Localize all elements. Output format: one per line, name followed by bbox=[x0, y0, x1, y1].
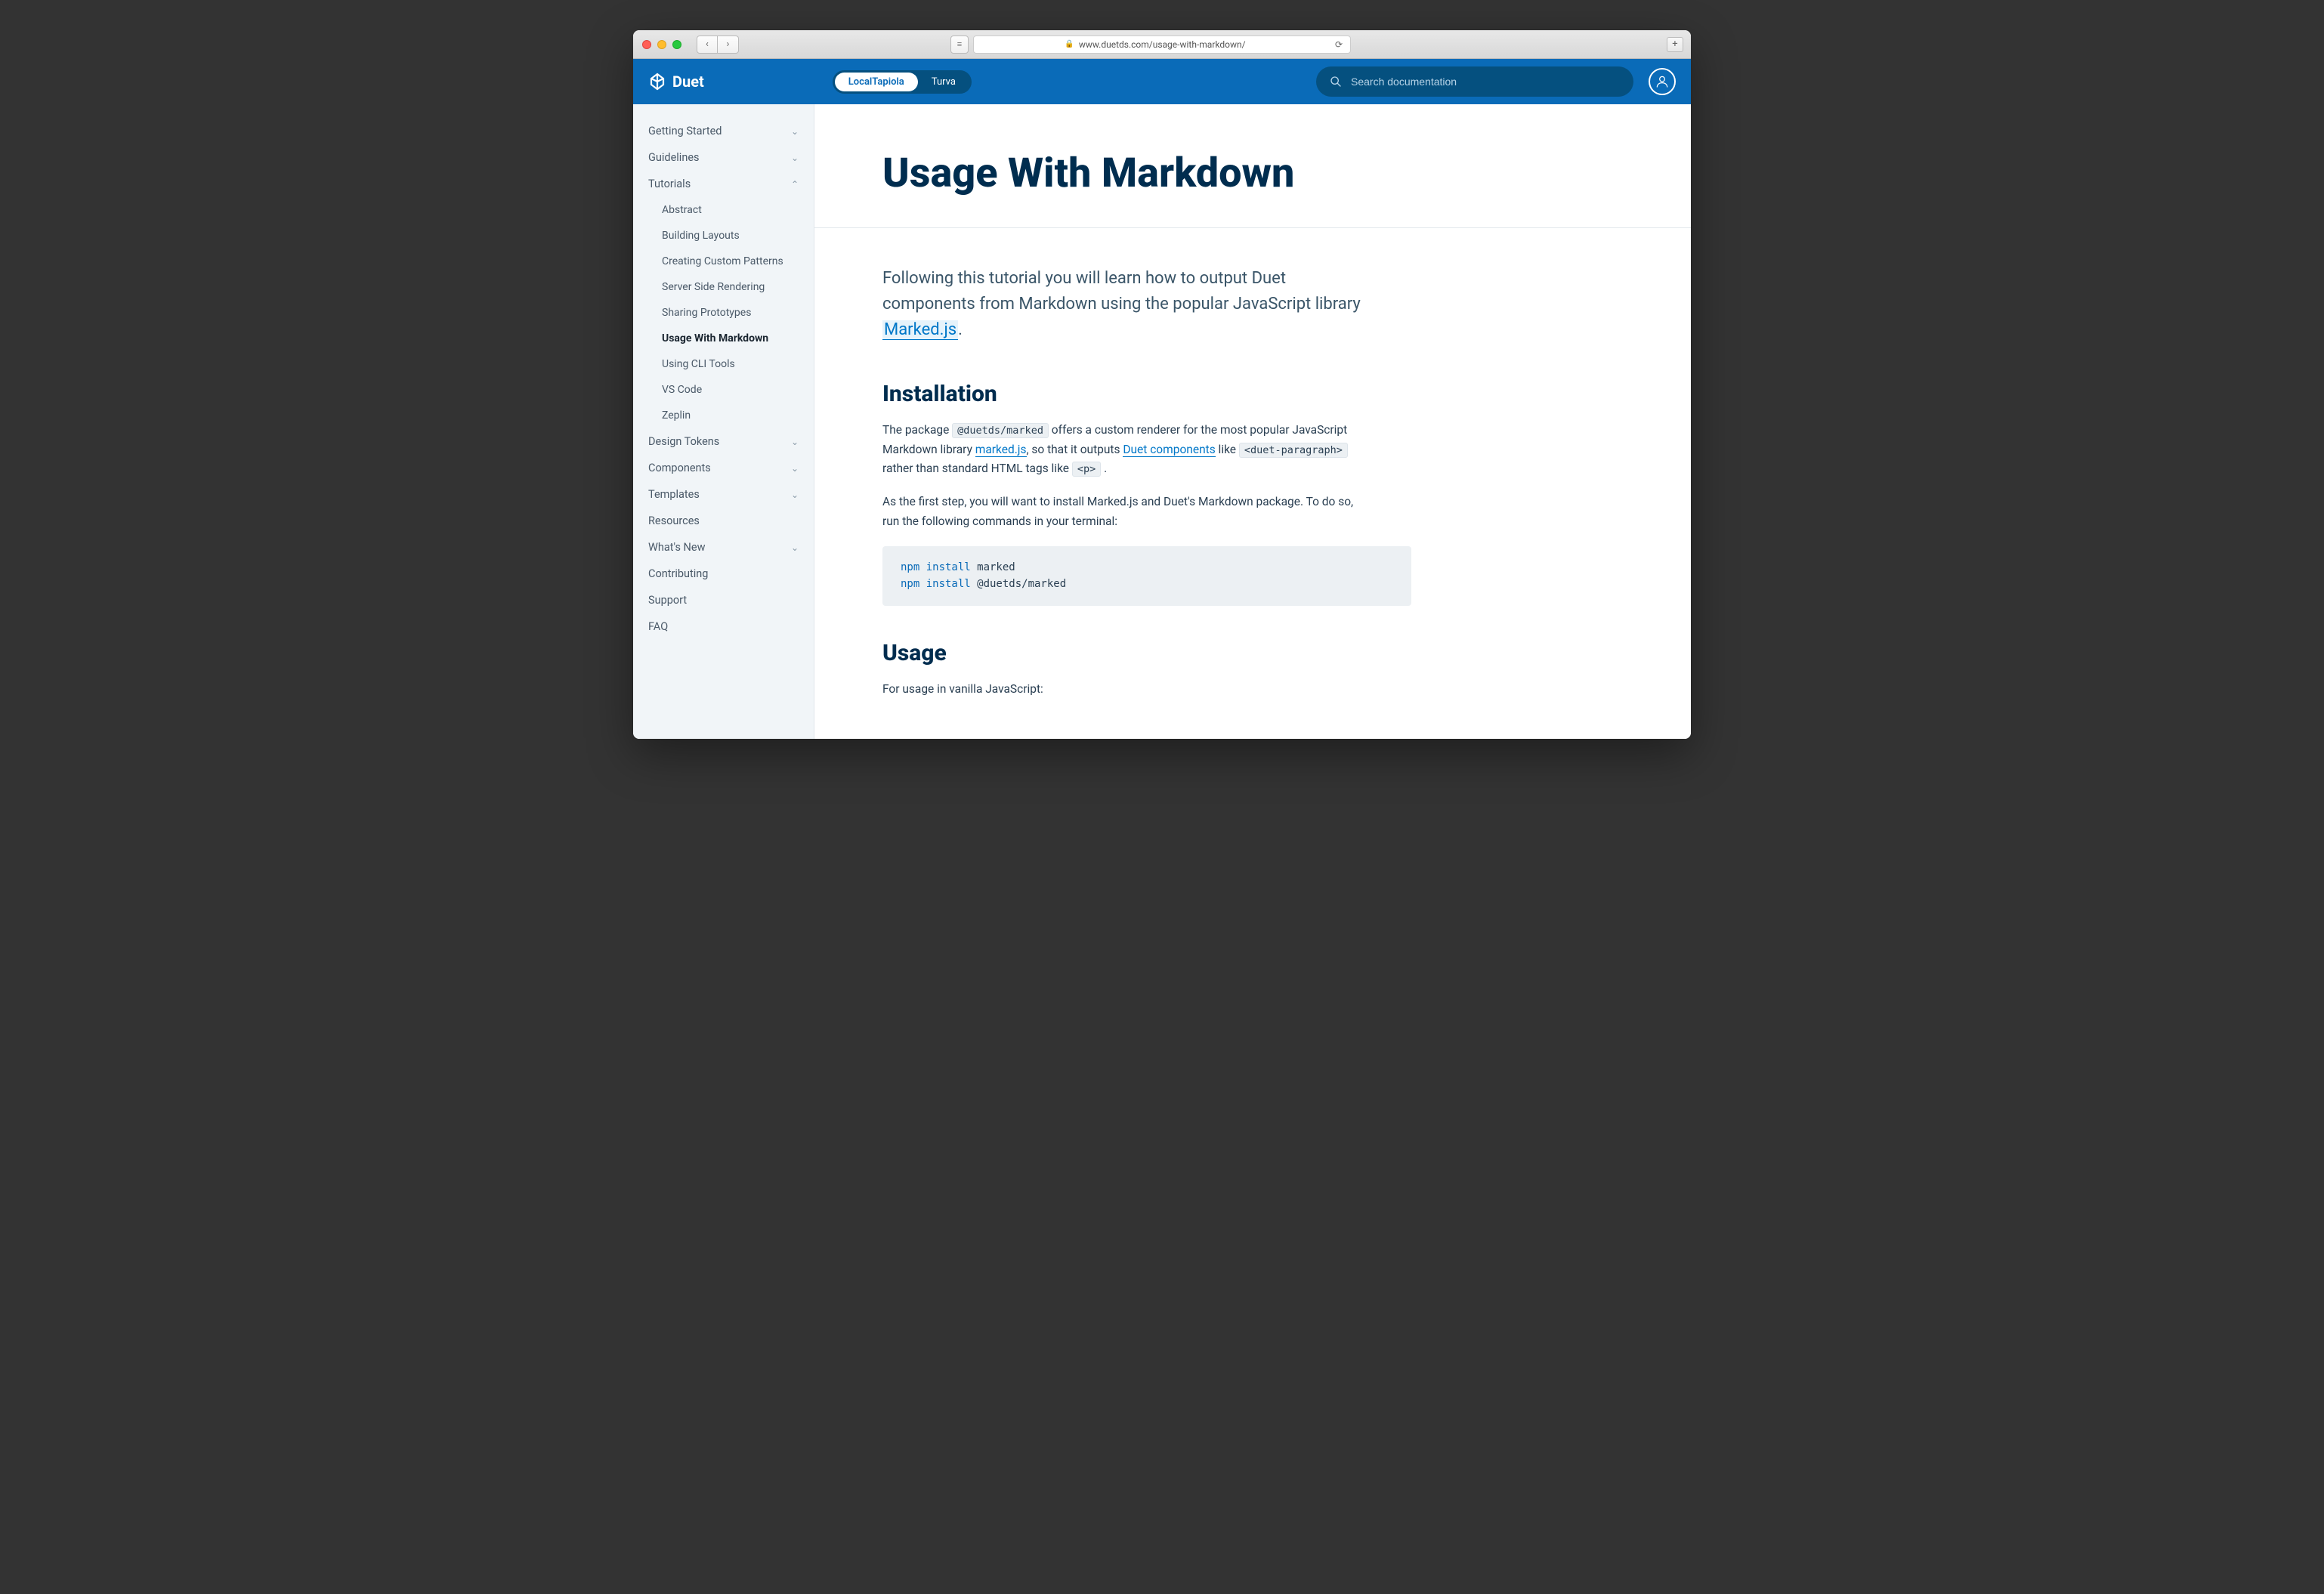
nav-item-support[interactable]: Support bbox=[633, 587, 814, 613]
nav-item-label: FAQ bbox=[648, 620, 668, 633]
content: Usage With Markdown Following this tutor… bbox=[814, 104, 1691, 739]
user-icon bbox=[1655, 74, 1670, 89]
nav-item-label: Templates bbox=[648, 488, 700, 501]
nav-item-what-s-new[interactable]: What's New ⌄ bbox=[633, 534, 814, 561]
sidebar: Getting Started ⌄ Guidelines ⌄ Tutorials ⌃ Abs… bbox=[633, 104, 814, 739]
page-title: Usage With Markdown bbox=[882, 150, 1623, 197]
nav-subitem-creating-custom-patterns[interactable]: Creating Custom Patterns bbox=[633, 249, 814, 274]
header: Duet LocalTapiola Turva bbox=[633, 59, 1691, 104]
nav-subitem-sharing-prototypes[interactable]: Sharing Prototypes bbox=[633, 300, 814, 326]
install-paragraph-1: The package @duetds/marked offers a cust… bbox=[882, 421, 1366, 479]
markedjs-lib-link[interactable]: marked.js bbox=[975, 443, 1027, 457]
nav-arrows: ‹ › bbox=[697, 36, 739, 54]
nav-subitem-vs-code[interactable]: VS Code bbox=[633, 377, 814, 403]
chevron-down-icon: ⌄ bbox=[791, 463, 799, 474]
minimize-window-button[interactable] bbox=[657, 40, 666, 49]
markedjs-link[interactable]: Marked.js bbox=[882, 320, 958, 340]
nav-subitem-using-cli-tools[interactable]: Using CLI Tools bbox=[633, 351, 814, 377]
brand-name: Duet bbox=[672, 73, 704, 91]
nav-item-guidelines[interactable]: Guidelines ⌄ bbox=[633, 144, 814, 171]
reader-view-button[interactable]: ≡ bbox=[950, 36, 969, 54]
chevron-down-icon: ⌄ bbox=[791, 437, 799, 447]
nav-item-label: Resources bbox=[648, 514, 700, 527]
install-code-block: npm install marked npm install @duetds/m… bbox=[882, 546, 1411, 606]
chevron-down-icon: ⌄ bbox=[791, 153, 799, 163]
account-avatar[interactable] bbox=[1649, 68, 1676, 95]
back-button[interactable]: ‹ bbox=[697, 36, 718, 54]
search-input[interactable] bbox=[1351, 76, 1620, 88]
nav-item-label: Getting Started bbox=[648, 125, 722, 137]
toggle-option-localtapiola[interactable]: LocalTapiola bbox=[835, 73, 918, 91]
installation-heading: Installation bbox=[882, 381, 1623, 407]
chevron-down-icon: ⌄ bbox=[791, 490, 799, 500]
nav-item-getting-started[interactable]: Getting Started ⌄ bbox=[633, 118, 814, 144]
intro-paragraph: Following this tutorial you will learn h… bbox=[882, 266, 1366, 343]
nav-item-templates[interactable]: Templates ⌄ bbox=[633, 481, 814, 508]
lock-icon: 🔒 bbox=[1065, 40, 1074, 48]
nav-item-components[interactable]: Components ⌄ bbox=[633, 455, 814, 481]
titlebar: ‹ › ≡ 🔒 www.duetds.com/usage-with-markdo… bbox=[633, 30, 1691, 59]
zoom-window-button[interactable] bbox=[672, 40, 681, 49]
logo[interactable]: Duet bbox=[648, 73, 704, 91]
nav-subitem-zeplin[interactable]: Zeplin bbox=[633, 403, 814, 428]
address-bar[interactable]: 🔒 www.duetds.com/usage-with-markdown/ ⟳ bbox=[973, 36, 1351, 54]
nav-item-label: Guidelines bbox=[648, 151, 700, 164]
nav-subitem-server-side-rendering[interactable]: Server Side Rendering bbox=[633, 274, 814, 300]
nav-item-resources[interactable]: Resources bbox=[633, 508, 814, 534]
nav-subitem-usage-with-markdown[interactable]: Usage With Markdown bbox=[633, 326, 814, 351]
nav-item-label: What's New bbox=[648, 541, 705, 554]
usage-paragraph-1: For usage in vanilla JavaScript: bbox=[882, 680, 1366, 700]
body: Getting Started ⌄ Guidelines ⌄ Tutorials ⌃ Abs… bbox=[633, 104, 1691, 739]
nav-item-design-tokens[interactable]: Design Tokens ⌄ bbox=[633, 428, 814, 455]
usage-heading: Usage bbox=[882, 640, 1623, 666]
nav-item-label: Components bbox=[648, 462, 711, 474]
traffic-lights bbox=[642, 40, 681, 49]
duet-components-link[interactable]: Duet components bbox=[1123, 443, 1215, 457]
toggle-option-turva[interactable]: Turva bbox=[918, 73, 969, 91]
chevron-up-icon: ⌃ bbox=[791, 179, 799, 190]
divider bbox=[814, 227, 1691, 228]
nav-item-label: Design Tokens bbox=[648, 435, 719, 448]
new-tab-button[interactable]: + bbox=[1667, 37, 1683, 52]
inline-code-p-tag: <p> bbox=[1072, 462, 1101, 477]
nav-item-contributing[interactable]: Contributing bbox=[633, 561, 814, 587]
nav-subitem-abstract[interactable]: Abstract bbox=[633, 197, 814, 223]
nav-item-label: Tutorials bbox=[648, 178, 691, 190]
refresh-icon[interactable]: ⟳ bbox=[1335, 39, 1343, 50]
nav-item-tutorials[interactable]: Tutorials ⌃ bbox=[633, 171, 814, 197]
nav-item-label: Contributing bbox=[648, 567, 708, 580]
url-text: www.duetds.com/usage-with-markdown/ bbox=[1079, 39, 1246, 50]
app: Duet LocalTapiola Turva Getting Started ⌄… bbox=[633, 59, 1691, 739]
inline-code-duet-paragraph: <duet-paragraph> bbox=[1239, 443, 1348, 458]
search-icon bbox=[1330, 76, 1342, 88]
theme-toggle: LocalTapiola Turva bbox=[833, 70, 972, 94]
close-window-button[interactable] bbox=[642, 40, 651, 49]
logo-icon bbox=[648, 73, 666, 91]
inline-code-package: @duetds/marked bbox=[952, 423, 1049, 438]
chevron-down-icon: ⌄ bbox=[791, 126, 799, 137]
nav-item-label: Support bbox=[648, 594, 687, 607]
nav-subitem-building-layouts[interactable]: Building Layouts bbox=[633, 223, 814, 249]
search-field[interactable] bbox=[1316, 66, 1633, 97]
browser-window: ‹ › ≡ 🔒 www.duetds.com/usage-with-markdo… bbox=[633, 30, 1691, 739]
chevron-down-icon: ⌄ bbox=[791, 542, 799, 553]
nav-item-faq[interactable]: FAQ bbox=[633, 613, 814, 640]
install-paragraph-2: As the first step, you will want to inst… bbox=[882, 493, 1366, 531]
forward-button[interactable]: › bbox=[718, 36, 739, 54]
